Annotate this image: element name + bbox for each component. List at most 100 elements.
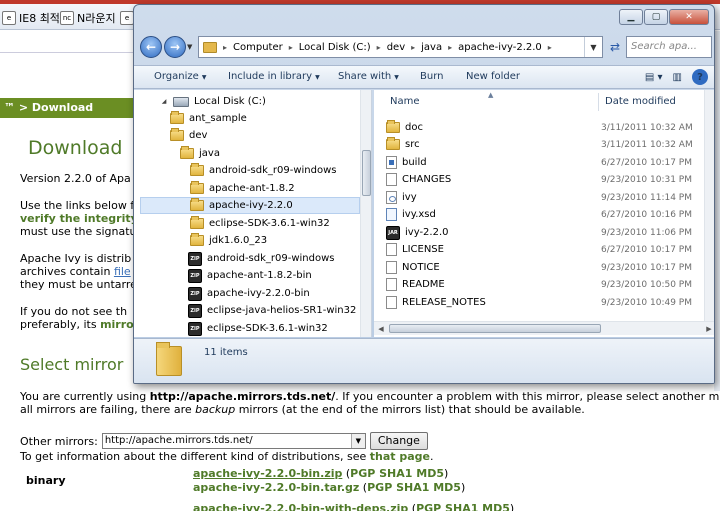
forward-icon[interactable]: →	[164, 36, 186, 58]
help-icon[interactable]: ?	[692, 69, 708, 85]
file-row[interactable]: README 9/23/2010 10:50 PM	[386, 276, 706, 293]
signature-links[interactable]: PGP SHA1 MD5	[350, 467, 444, 480]
scroll-thumb[interactable]	[389, 324, 601, 333]
address-segment[interactable]: Computer	[233, 42, 283, 53]
download-row: apache-ivy-2.2.0-bin.zip (PGP SHA1 MD5)	[193, 467, 449, 480]
tree-item[interactable]: ZIP eclipse-java-helios-SR1-win32	[188, 302, 356, 319]
address-segment[interactable]: java	[421, 42, 442, 53]
column-header-date-modified[interactable]: Date modified	[605, 90, 676, 114]
para-links: Use the links below f	[20, 199, 135, 212]
file-link[interactable]: file	[114, 265, 131, 278]
file-row[interactable]: ivy 9/23/2010 11:14 PM	[386, 189, 706, 206]
tree-scrollbar[interactable]	[360, 90, 371, 337]
column-divider[interactable]	[598, 93, 599, 111]
chevron-down-icon: ▼	[201, 74, 207, 81]
new-folder-button[interactable]: New folder	[466, 71, 520, 82]
download-link[interactable]: apache-ivy-2.2.0-bin-with-deps.zip	[193, 502, 408, 511]
signature-links[interactable]: PGP SHA1 MD5	[367, 481, 461, 494]
tree-item[interactable]: android-sdk_r09-windows	[190, 162, 337, 179]
folder-icon	[190, 216, 204, 229]
share-with-button[interactable]: Share with ▼	[338, 71, 399, 82]
organize-button[interactable]: Organize ▼	[154, 71, 206, 82]
address-bar[interactable]: ▸ Computer ▸ Local Disk (C:) ▸ dev ▸ jav…	[198, 36, 603, 58]
that-page-link[interactable]: that page	[370, 450, 430, 463]
page-title: Download	[28, 137, 123, 159]
document-icon	[386, 261, 397, 274]
scroll-thumb[interactable]	[362, 150, 371, 196]
file-row[interactable]: LICENSE 6/27/2010 10:17 PM	[386, 241, 706, 258]
para-signature: must use the signatu	[20, 225, 137, 238]
download-row: apache-ivy-2.2.0-bin.tar.gz (PGP SHA1 MD…	[193, 481, 466, 494]
address-segment[interactable]: apache-ivy-2.2.0	[458, 42, 542, 53]
favorite-nlounge[interactable]: nc N라운지	[60, 10, 116, 26]
mirror-select[interactable]: http://apache.mirrors.tds.net/ ▼	[101, 433, 366, 449]
tree-item[interactable]: apache-ant-1.8.2	[190, 180, 295, 197]
collapse-icon[interactable]: ◢	[160, 98, 168, 105]
favorite-ie[interactable]: e	[120, 10, 134, 26]
file-list-vertical-scrollbar[interactable]	[704, 90, 714, 321]
file-row[interactable]: JAR ivy-2.2.0 9/23/2010 11:06 PM	[386, 224, 706, 241]
search-input[interactable]: Search apa...	[626, 36, 712, 58]
chevron-right-icon[interactable]: ▸	[377, 43, 381, 52]
tree-item[interactable]: ZIP apache-ant-1.8.2-bin	[188, 267, 312, 284]
refresh-icon[interactable]: ⇄	[606, 36, 624, 58]
chevron-right-icon[interactable]: ▸	[411, 43, 415, 52]
chevron-right-icon[interactable]: ▸	[548, 43, 552, 52]
document-icon	[386, 278, 397, 291]
explorer-window: ▁ ▢ ✕ ← → ▼ ▸ Computer ▸ Local Disk (C:)…	[133, 4, 715, 384]
address-segment[interactable]: Local Disk (C:)	[299, 42, 371, 53]
recent-pages-icon[interactable]: ▼	[187, 43, 192, 51]
tree-item[interactable]: ant_sample	[170, 110, 247, 127]
current-mirror-url: http://apache.mirrors.tds.net/	[149, 390, 336, 403]
column-header-name[interactable]: Name	[390, 90, 420, 114]
tree-item-selected[interactable]: apache-ivy-2.2.0	[140, 197, 360, 214]
maximize-icon[interactable]: ▢	[644, 9, 668, 25]
chevron-down-icon[interactable]: ▼	[350, 434, 365, 448]
tree-item[interactable]: ZIP eclipse-SDK-3.6.1-win32	[188, 320, 328, 337]
chevron-right-icon[interactable]: ▸	[223, 43, 227, 52]
file-row[interactable]: src 3/11/2011 10:32 AM	[386, 136, 706, 153]
signature-links[interactable]: PGP SHA1 MD5	[416, 502, 510, 511]
browser-address-strip	[0, 31, 134, 53]
verify-link[interactable]: verify the integrity	[20, 212, 138, 225]
tree-item[interactable]: ZIP apache-ivy-2.2.0-bin	[188, 285, 310, 302]
tree-item[interactable]: java	[180, 145, 220, 162]
naver-icon: nc	[60, 11, 74, 25]
burn-button[interactable]: Burn	[420, 71, 443, 82]
close-icon[interactable]: ✕	[669, 9, 709, 25]
preview-pane-icon[interactable]: ▥	[673, 72, 682, 83]
download-link[interactable]: apache-ivy-2.2.0-bin.tar.gz	[193, 481, 359, 494]
file-list-horizontal-scrollbar[interactable]: ◀ ▶	[374, 321, 714, 335]
chevron-right-icon[interactable]: ▸	[289, 43, 293, 52]
chevron-right-icon[interactable]: ▸	[448, 43, 452, 52]
jar-icon: JAR	[386, 225, 400, 240]
tree-item[interactable]: ZIP android-sdk_r09-windows	[188, 250, 335, 267]
file-row[interactable]: CHANGES 9/23/2010 10:31 PM	[386, 171, 706, 188]
chevron-down-icon[interactable]: ▼	[584, 37, 602, 57]
file-row[interactable]: build 6/27/2010 10:17 PM	[386, 154, 706, 171]
file-row[interactable]: RELEASE_NOTES 9/23/2010 10:49 PM	[386, 294, 706, 311]
tree-item[interactable]: dev	[170, 127, 207, 144]
minimize-icon[interactable]: ▁	[619, 9, 643, 25]
sort-ascending-icon: ▲	[488, 91, 494, 99]
tree-item[interactable]: jdk1.6.0_23	[190, 232, 267, 249]
address-segment[interactable]: dev	[387, 42, 405, 53]
tree-item[interactable]: eclipse-SDK-3.6.1-win32	[190, 215, 330, 232]
other-mirrors-label: Other mirrors:	[20, 434, 98, 448]
file-row[interactable]: NOTICE 9/23/2010 10:17 PM	[386, 259, 706, 276]
scroll-right-icon[interactable]: ▶	[703, 323, 714, 335]
scroll-left-icon[interactable]: ◀	[375, 323, 387, 335]
address-end: ▼	[584, 37, 602, 57]
folder-icon	[170, 128, 184, 141]
info-line: To get information about the different k…	[20, 450, 434, 463]
file-row[interactable]: ivy.xsd 6/27/2010 10:16 PM	[386, 206, 706, 223]
zip-icon: ZIP	[188, 251, 202, 266]
folder-icon	[386, 120, 400, 133]
change-button[interactable]: Change	[369, 432, 428, 450]
back-icon[interactable]: ←	[140, 36, 162, 58]
download-link[interactable]: apache-ivy-2.2.0-bin.zip	[193, 467, 342, 480]
tree-item[interactable]: ◢ Local Disk (C:)	[160, 93, 266, 110]
include-in-library-button[interactable]: Include in library ▼	[228, 71, 320, 82]
view-options-icon[interactable]: ▤ ▾	[645, 72, 663, 83]
file-row[interactable]: doc 3/11/2011 10:32 AM	[386, 119, 706, 136]
